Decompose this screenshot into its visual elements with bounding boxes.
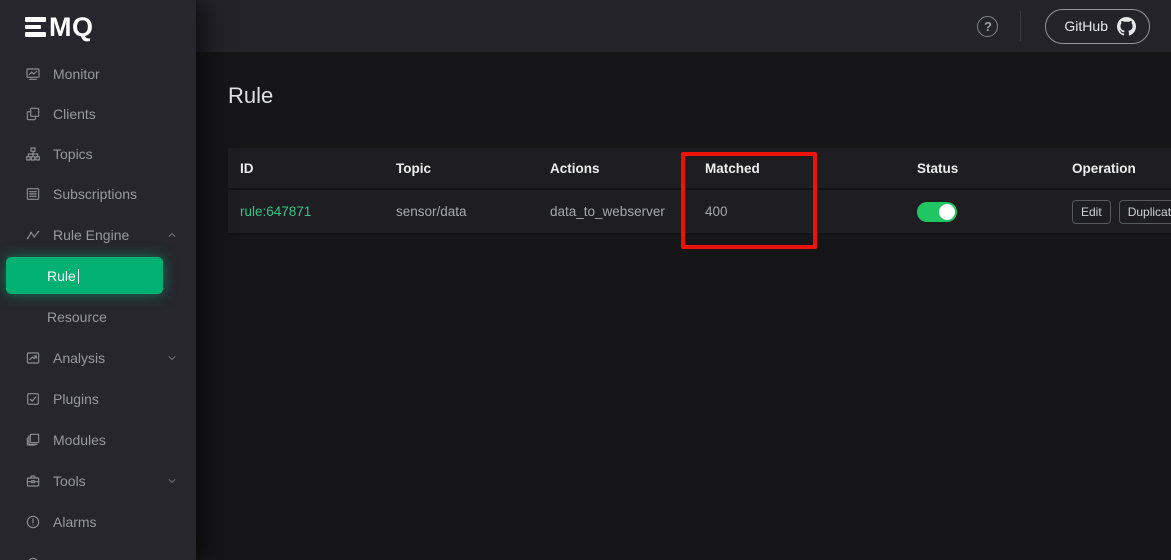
emq-logo-text: MQ: [49, 14, 94, 41]
duplicate-button[interactable]: Duplicate: [1119, 200, 1171, 224]
sidebar-item-label: Subscriptions: [53, 186, 137, 202]
chevron-up-icon: [166, 229, 178, 241]
alarm-circle-icon: [25, 514, 41, 530]
github-button-label: GitHub: [1064, 18, 1108, 34]
edit-button[interactable]: Edit: [1072, 200, 1111, 224]
sidebar-item-label: Resource: [47, 309, 107, 325]
analysis-icon: [25, 350, 41, 366]
sidebar-item-plugins[interactable]: Plugins: [0, 378, 196, 419]
status-toggle-knob: [939, 204, 955, 220]
emq-logo[interactable]: MQ: [0, 0, 196, 54]
chevron-down-icon: [166, 475, 178, 487]
tools-icon: [25, 473, 41, 489]
sidebar-item-rule[interactable]: Rule: [0, 255, 196, 296]
table-row: rule:647871 sensor/data data_to_webserve…: [228, 190, 1171, 235]
modules-icon: [25, 432, 41, 448]
table-header-row: ID Topic Actions Matched Status Operatio…: [228, 148, 1171, 190]
sidebar-item-label: Modules: [53, 432, 106, 448]
sidebar-item-label: Alarms: [53, 514, 97, 530]
sidebar-item-alarms[interactable]: Alarms: [0, 501, 196, 542]
sidebar-nav: Monitor Clients Topics Subscriptions Rul: [0, 54, 196, 560]
emq-logo-e-icon: [25, 17, 46, 37]
sidebar-item-label: Tools: [53, 473, 86, 489]
rule-table: ID Topic Actions Matched Status Operatio…: [228, 148, 1171, 235]
column-header-status: Status: [905, 161, 1060, 176]
sidebar-item-tools[interactable]: Tools: [0, 460, 196, 501]
column-header-operation: Operation: [1060, 161, 1171, 176]
text-cursor: [78, 269, 80, 284]
rule-id-link[interactable]: rule:647871: [240, 204, 311, 219]
sidebar-item-partial[interactable]: [0, 542, 196, 560]
sidebar-item-label: Rule Engine: [53, 227, 129, 243]
topbar-divider: [1020, 11, 1021, 41]
chevron-down-icon: [166, 352, 178, 364]
rule-engine-icon: [25, 227, 41, 243]
sidebar: MQ Monitor Clients Topics Subscriptions: [0, 0, 196, 560]
column-header-id: ID: [228, 161, 384, 176]
rule-matched-cell: 400: [693, 204, 905, 219]
sidebar-item-modules[interactable]: Modules: [0, 419, 196, 460]
sidebar-item-clients[interactable]: Clients: [0, 94, 196, 134]
topbar: ? GitHub: [196, 0, 1171, 52]
sidebar-item-label: Topics: [53, 146, 93, 162]
column-header-actions: Actions: [538, 161, 693, 176]
help-icon[interactable]: ?: [977, 16, 998, 37]
subscriptions-icon: [25, 186, 41, 202]
sidebar-item-label: Plugins: [53, 391, 99, 407]
clients-icon: [25, 106, 41, 122]
sidebar-item-subscriptions[interactable]: Subscriptions: [0, 174, 196, 214]
rule-actions-cell: data_to_webserver: [538, 204, 693, 219]
column-header-matched: Matched: [693, 161, 905, 176]
settings-icon: [25, 555, 41, 560]
sidebar-item-topics[interactable]: Topics: [0, 134, 196, 174]
sidebar-item-analysis[interactable]: Analysis: [0, 337, 196, 378]
github-octocat-icon: [1117, 17, 1136, 36]
plugins-icon: [25, 391, 41, 407]
column-header-topic: Topic: [384, 161, 538, 176]
status-toggle[interactable]: [917, 202, 957, 222]
topics-icon: [25, 146, 41, 162]
sidebar-item-label: Monitor: [53, 66, 100, 82]
sidebar-item-label: Analysis: [53, 350, 105, 366]
help-glyph: ?: [984, 20, 992, 33]
page-title: Rule: [228, 83, 273, 109]
sidebar-item-label: Rule: [47, 268, 76, 284]
sidebar-item-label: Clients: [53, 106, 96, 122]
github-button[interactable]: GitHub: [1045, 9, 1150, 44]
sidebar-item-resource[interactable]: Resource: [0, 296, 196, 337]
monitor-icon: [25, 66, 41, 82]
main-content: Rule ID Topic Actions Matched Status Ope…: [196, 52, 1171, 560]
rule-topic-cell: sensor/data: [384, 204, 538, 219]
active-menu-pill[interactable]: Rule: [6, 257, 163, 294]
sidebar-item-rule-engine[interactable]: Rule Engine: [0, 214, 196, 255]
sidebar-item-monitor[interactable]: Monitor: [0, 54, 196, 94]
